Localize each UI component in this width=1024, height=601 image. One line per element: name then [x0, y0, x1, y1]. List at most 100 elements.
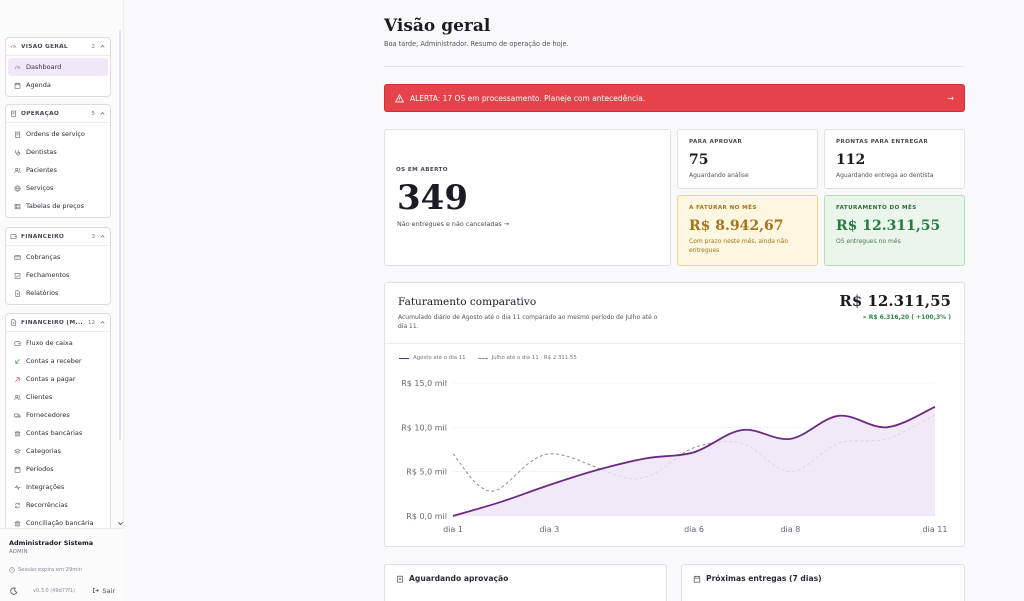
sidebar-item[interactable]: Tabelas de preços	[8, 197, 108, 215]
sidebar-item[interactable]: Dentistas	[8, 143, 108, 161]
nav-section-header[interactable]: VISÃO GERAL 2	[6, 38, 110, 56]
kpi-to-approve[interactable]: PARA APROVAR 75 Aguardando análise	[677, 129, 818, 189]
calendar-check-icon	[14, 272, 21, 279]
revenue-line-chart[interactable]: R$ 0,0 mil R$ 5,0 mil R$ 10,0 mil R$ 15,0 m…	[385, 363, 964, 547]
sidebar: VISÃO GERAL 2 Dashboard Agenda OPERAÇÃO 5 Orde…	[0, 0, 124, 601]
panel-next-deliveries: Próximas entregas (7 dias)	[681, 564, 965, 601]
sidebar-item[interactable]: Fechamentos	[8, 266, 108, 284]
sidebar-footer: Administrador Sistema ADMIN Sessão expir…	[0, 528, 124, 601]
logout-button[interactable]: Sair	[92, 587, 115, 595]
sidebar-item[interactable]: Cobranças	[8, 248, 108, 266]
revenue-chart-card: Faturamento comparativo Acumulado diário…	[384, 282, 965, 547]
layers-icon	[14, 448, 21, 454]
sidebar-item[interactable]: Contas a pagar	[8, 370, 108, 388]
y-tick-label: R$ 15,0 mil	[401, 379, 447, 388]
x-tick-label: dia 8	[780, 525, 800, 534]
sidebar-item-label: Tabelas de preços	[26, 202, 85, 210]
nav-item-list: Cobranças Fechamentos Relatórios	[6, 246, 110, 304]
activity-icon	[14, 484, 21, 490]
wallet-icon	[14, 340, 21, 346]
nav-section: FINANCEIRO 3 Cobranças Fechamentos Relatório…	[5, 227, 111, 305]
nav-section-count: 3	[91, 233, 96, 240]
sidebar-nav[interactable]: VISÃO GERAL 2 Dashboard Agenda OPERAÇÃO 5 Orde…	[0, 0, 124, 528]
sidebar-scrollbar[interactable]	[119, 30, 121, 440]
chevron-up-icon[interactable]	[99, 110, 106, 117]
kpi-sub: OS entregues no mês	[836, 238, 901, 245]
sidebar-item[interactable]: Serviços	[8, 179, 108, 197]
kpi-open-orders[interactable]: OS EM ABERTO 349 Não entregues e não can…	[384, 129, 671, 266]
sidebar-item-label: Fornecedores	[26, 411, 70, 419]
sidebar-item[interactable]: Categorias	[8, 442, 108, 460]
chart-divider	[385, 343, 964, 344]
sidebar-item[interactable]: Ordens de serviço	[8, 125, 108, 143]
chart-delta: » R$ 6.316,20 ( +100,3% )	[862, 314, 951, 321]
page-title: Visão geral	[384, 16, 491, 36]
sidebar-item-label: Fechamentos	[26, 271, 70, 279]
sidebar-item[interactable]: Fluxo de caixa	[8, 334, 108, 352]
kpi-billed[interactable]: FATURAMENTO DO MÊS R$ 12.311,55 OS entre…	[824, 195, 965, 266]
panel-header: Aguardando aprovação	[396, 574, 508, 583]
kpi-label: FATURAMENTO DO MÊS	[836, 205, 917, 211]
sidebar-item-label: Contas bancárias	[26, 429, 83, 437]
sidebar-item-label: Conciliação bancária	[26, 519, 94, 527]
kpi-value: R$ 12.311,55	[836, 218, 941, 234]
kpi-value: R$ 8.942,67	[689, 218, 784, 234]
nav-section: OPERAÇÃO 5 Ordens de serviço Dentistas Pacie…	[5, 104, 111, 218]
sidebar-item[interactable]: Clientes	[8, 388, 108, 406]
panel-pending-approval: Aguardando aprovação	[384, 564, 667, 601]
arrow-up-right-icon	[15, 376, 20, 382]
y-tick-label: R$ 5,0 mil	[406, 468, 447, 477]
kpi-to-bill[interactable]: A FATURAR NO MÊS R$ 8.942,67 Com prazo n…	[677, 195, 818, 266]
panel-title: Aguardando aprovação	[409, 574, 509, 583]
series-area-0	[453, 406, 935, 516]
sidebar-item[interactable]: Dashboard	[8, 58, 108, 76]
chevron-up-icon[interactable]	[99, 319, 106, 326]
kpi-sub: Com prazo neste mês, ainda não entregues	[689, 238, 789, 254]
sidebar-item[interactable]: Agenda	[8, 76, 108, 94]
nav-item-list: Dashboard Agenda	[6, 56, 110, 96]
sidebar-item[interactable]: Recorrências	[8, 496, 108, 514]
moon-icon	[9, 587, 17, 595]
sidebar-item-label: Fluxo de caixa	[26, 339, 73, 347]
sidebar-item[interactable]: Contas bancárias	[8, 424, 108, 442]
kpi-value: 349	[397, 178, 468, 218]
session-timer: Sessão expira em 29min	[9, 567, 82, 573]
sidebar-item[interactable]: Conciliação bancária	[8, 514, 108, 528]
nav-section-header[interactable]: FINANCEIRO 3	[6, 228, 110, 246]
sidebar-item[interactable]: Períodos	[8, 460, 108, 478]
nav-section-header[interactable]: FINANCEIRO (M... 12	[6, 314, 110, 332]
kpi-label: A FATURAR NO MÊS	[689, 205, 757, 211]
sidebar-item-label: Relatórios	[26, 289, 59, 297]
sidebar-item[interactable]: Pacientes	[8, 161, 108, 179]
app-version: v0.3.0 (49d77f1)	[33, 587, 76, 594]
chevron-up-icon[interactable]	[99, 233, 106, 240]
kpi-ready-to-deliver[interactable]: PRONTAS PARA ENTREGAR 112 Aguardando ent…	[824, 129, 965, 189]
nav-section-header[interactable]: OPERAÇÃO 5	[6, 105, 110, 123]
sidebar-item-label: Períodos	[26, 465, 54, 473]
sidebar-item[interactable]: Integrações	[8, 478, 108, 496]
nav-section-count: 2	[91, 43, 96, 50]
logout-label: Sair	[102, 586, 115, 595]
kpi-link[interactable]: Não entregues e não canceladas →	[397, 220, 509, 228]
clipboard-icon	[11, 110, 16, 117]
file-icon	[11, 319, 16, 326]
kpi-label: PRONTAS PARA ENTREGAR	[836, 139, 929, 145]
theme-toggle[interactable]	[9, 586, 18, 595]
chevron-down-icon[interactable]	[117, 520, 124, 527]
truck-icon	[14, 413, 21, 418]
nav-item-list: Ordens de serviço Dentistas Pacientes Servi…	[6, 123, 110, 217]
chart-title: Faturamento comparativo	[398, 296, 537, 308]
wallet-icon	[10, 234, 17, 240]
kpi-sub: Aguardando análise	[689, 172, 749, 179]
sidebar-item[interactable]: Fornecedores	[8, 406, 108, 424]
sidebar-item-label: Agenda	[26, 81, 51, 89]
sidebar-item[interactable]: Relatórios	[8, 284, 108, 302]
processing-alert[interactable]: ALERTA: 17 OS em processamento. Planeje …	[384, 84, 965, 112]
chart-description: Acumulado diário de Agosto até o dia 11 …	[398, 314, 658, 330]
chevron-up-icon[interactable]	[99, 43, 106, 50]
sidebar-item[interactable]: Contas a receber	[8, 352, 108, 370]
x-tick-label: dia 3	[539, 525, 559, 534]
users-icon	[14, 167, 21, 173]
clipboard-icon	[15, 131, 20, 138]
footer-actions: v0.3.0 (49d77f1) Sair	[9, 586, 115, 595]
